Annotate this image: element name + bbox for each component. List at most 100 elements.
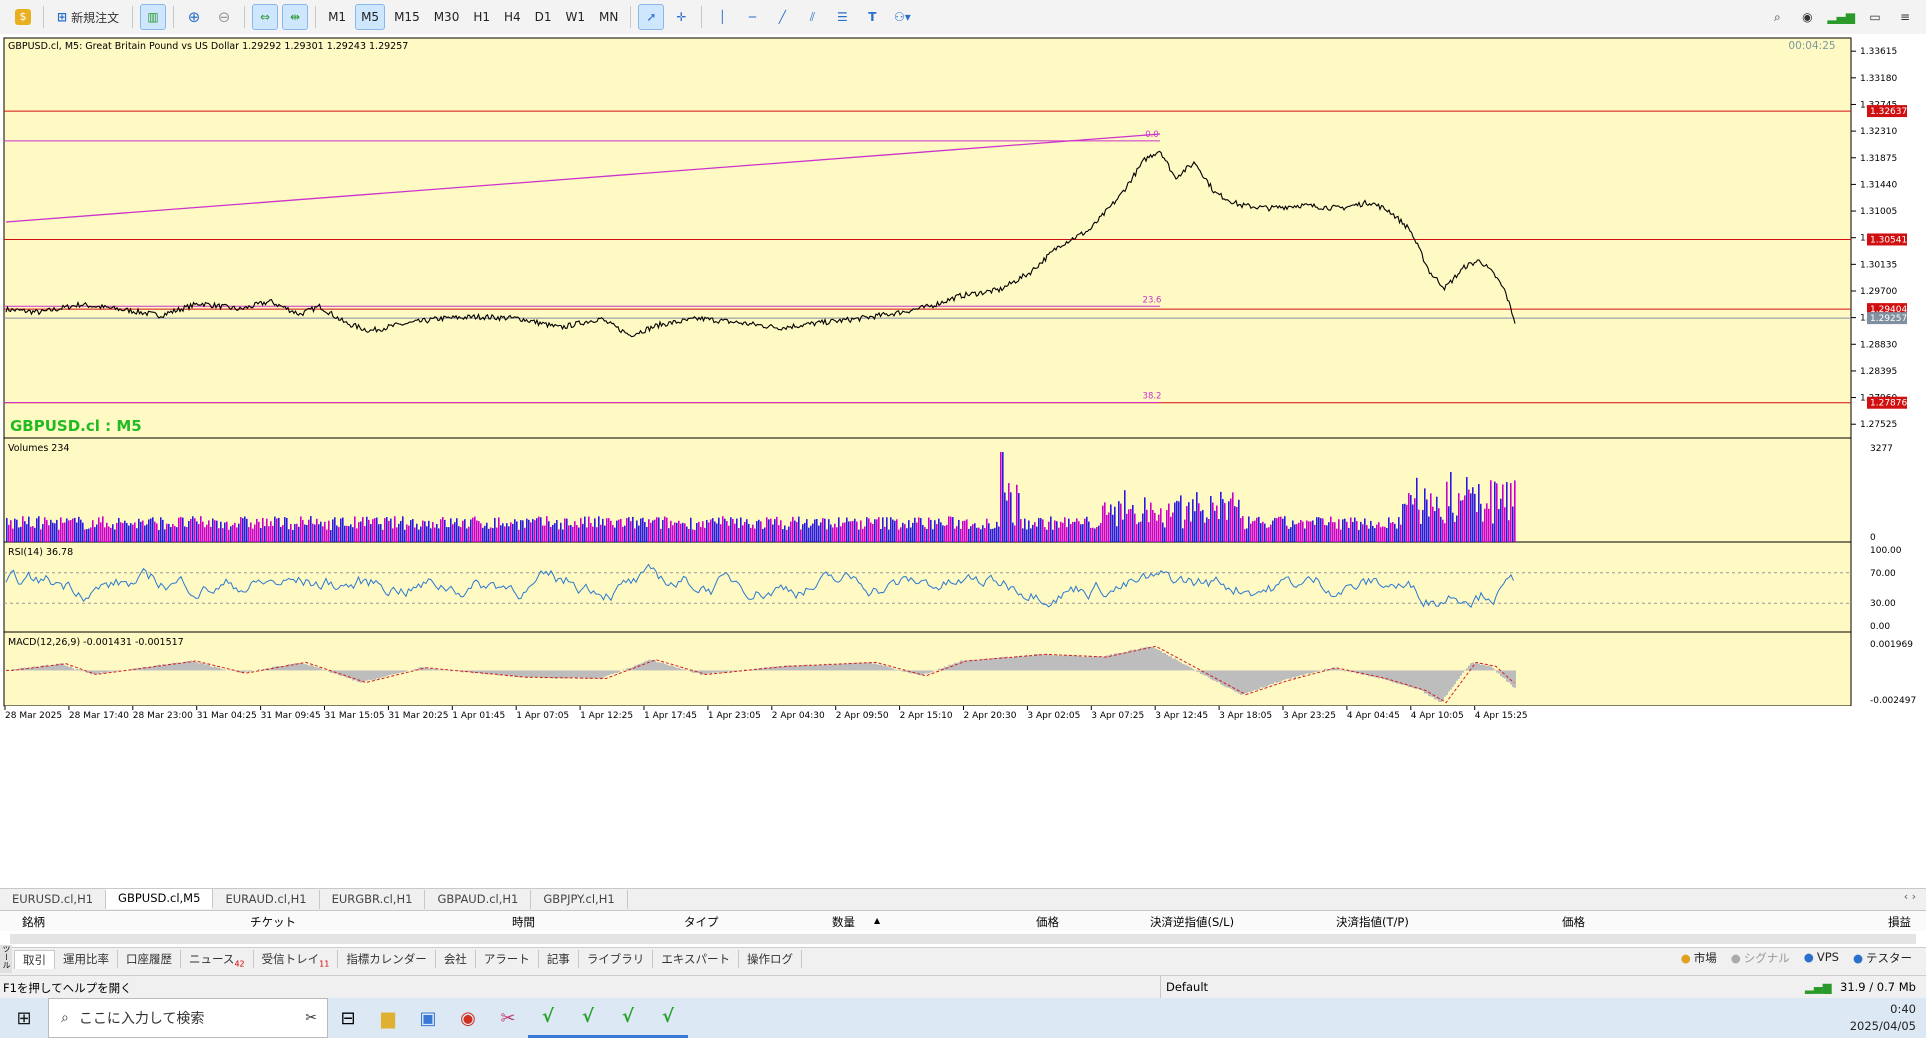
toolbox-tab[interactable]: アラート bbox=[476, 950, 539, 968]
terminal-column-header[interactable]: チケット bbox=[250, 914, 296, 930]
terminal-column-header[interactable]: 決済指値(T/P) bbox=[1336, 914, 1409, 930]
chart-tab[interactable]: GBPAUD.cl,H1 bbox=[425, 889, 532, 909]
toolbox-tab[interactable]: 運用比率 bbox=[55, 950, 118, 968]
timeframe-h4-button[interactable]: H4 bbox=[499, 4, 526, 30]
chart-shift-icon[interactable]: ⇹ bbox=[282, 4, 309, 30]
volume-bar bbox=[128, 525, 130, 542]
volume-bar bbox=[940, 522, 942, 542]
auto-scroll-icon[interactable]: ⇔ bbox=[252, 4, 279, 30]
mt5-app-icon[interactable]: √ bbox=[648, 998, 688, 1038]
volume-bar bbox=[880, 528, 882, 542]
toolbox-tab[interactable]: ライブラリ bbox=[579, 950, 654, 968]
macd-histogram-bar bbox=[894, 669, 896, 671]
terminal-column-header[interactable]: タイプ bbox=[684, 914, 719, 930]
volume-bar bbox=[992, 528, 994, 542]
mt5-app-icon[interactable]: √ bbox=[608, 998, 648, 1038]
candles-chart-icon[interactable]: ▥ bbox=[140, 4, 167, 30]
shapes-icon[interactable]: ⚇▾ bbox=[889, 4, 915, 30]
chart-tab[interactable]: EURGBR.cl,H1 bbox=[320, 889, 426, 909]
macd-histogram-bar bbox=[1060, 656, 1062, 671]
terminal-column-header[interactable]: 数量 bbox=[832, 914, 855, 930]
window-icon[interactable]: ▭ bbox=[1862, 4, 1888, 30]
volume-panel[interactable] bbox=[3, 437, 1852, 543]
tester-link[interactable]: ● テスター bbox=[1853, 950, 1912, 966]
timeframe-w1-button[interactable]: W1 bbox=[561, 4, 591, 30]
chart-tab[interactable]: GBPJPY.cl,H1 bbox=[531, 889, 628, 909]
toolbox-side-label[interactable]: ツールボックス bbox=[0, 945, 12, 973]
channel-icon[interactable]: ⫽ bbox=[799, 4, 825, 30]
toolbox-tab[interactable]: 受信トレイ11 bbox=[254, 950, 339, 968]
macd-histogram-bar bbox=[610, 670, 612, 675]
timeframe-m1-button[interactable]: M1 bbox=[323, 4, 351, 30]
account-icon[interactable]: ◉ bbox=[1794, 4, 1820, 30]
vertical-line-icon[interactable]: │ bbox=[709, 4, 735, 30]
terminal-column-header[interactable]: 時間 bbox=[512, 914, 535, 930]
market-link[interactable]: ● 市場 bbox=[1681, 950, 1717, 966]
chart-canvas[interactable]: 1.336151.331801.327451.323101.318751.314… bbox=[0, 34, 1926, 888]
terminal-column-header[interactable]: 損益 bbox=[1888, 914, 1911, 930]
snipping-tool-icon[interactable]: ✂ bbox=[488, 998, 528, 1038]
zoom-out-icon[interactable]: ⊖ bbox=[211, 4, 237, 30]
volume-bar bbox=[320, 521, 322, 542]
chart-tab[interactable]: EURAUD.cl,H1 bbox=[213, 889, 320, 909]
terminal-scrollbar[interactable] bbox=[10, 934, 1916, 944]
terminal-body[interactable] bbox=[0, 931, 1926, 947]
menu-icon[interactable]: ≡ bbox=[1892, 4, 1918, 30]
macd-histogram-bar bbox=[1122, 652, 1124, 671]
toolbox-tab[interactable]: 記事 bbox=[539, 950, 579, 968]
new-order-button[interactable]: ⊞ 新規注文 bbox=[51, 4, 125, 30]
main-price-panel[interactable] bbox=[3, 37, 1852, 439]
toolbox-tab[interactable]: エキスパート bbox=[653, 950, 739, 968]
fibonacci-icon[interactable]: ☰ bbox=[829, 4, 855, 30]
terminal-column-header[interactable]: 銘柄 bbox=[22, 914, 45, 930]
rsi-panel[interactable] bbox=[3, 541, 1852, 633]
toolbox-tab[interactable]: 口座履歴 bbox=[118, 950, 181, 968]
timeframe-h1-button[interactable]: H1 bbox=[468, 4, 495, 30]
vps-link[interactable]: ● VPS bbox=[1804, 950, 1839, 966]
toolbox-tab[interactable]: 指標カレンダー bbox=[338, 950, 436, 968]
file-explorer-icon[interactable]: ▆ bbox=[368, 998, 408, 1038]
windows-start-icon[interactable]: ⊞ bbox=[0, 998, 48, 1038]
chart-tab[interactable]: GBPUSD.cl,M5 bbox=[106, 889, 214, 909]
terminal-column-header[interactable]: 決済逆指値(S/L) bbox=[1150, 914, 1234, 930]
chart-tab[interactable]: EURUSD.cl,H1 bbox=[0, 889, 107, 909]
taskbar-clock[interactable]: 0:40 2025/04/05 bbox=[1850, 1001, 1916, 1035]
search-icon[interactable]: ⌕ bbox=[1764, 4, 1790, 30]
terminal-column-header[interactable]: 価格 bbox=[1036, 914, 1059, 930]
task-view-icon[interactable]: ⊟ bbox=[328, 998, 368, 1038]
toolbox-tab[interactable]: 操作ログ bbox=[739, 950, 802, 968]
mt5-app-icon[interactable]: √ bbox=[568, 998, 608, 1038]
horizontal-line-icon[interactable]: ─ bbox=[739, 4, 765, 30]
cursor-icon[interactable]: ➚ bbox=[638, 4, 665, 30]
volume-bar bbox=[888, 529, 890, 542]
macd-histogram-bar bbox=[216, 667, 218, 671]
signals-link[interactable]: ● シグナル bbox=[1731, 950, 1790, 966]
tab-scroll-arrows[interactable]: ‹ › bbox=[1904, 890, 1916, 903]
volume-bar bbox=[1220, 491, 1222, 542]
mt5-app-icon[interactable]: √ bbox=[528, 998, 568, 1038]
crosshair-icon[interactable]: ✛ bbox=[668, 4, 694, 30]
timeframe-d1-button[interactable]: D1 bbox=[530, 4, 557, 30]
signal-strength-icon[interactable]: ▂▄▆ bbox=[1824, 4, 1858, 30]
taskbar-search[interactable]: ⌕ ここに入力して検索 ✂ bbox=[48, 998, 328, 1038]
algo-trading-icon[interactable]: $ bbox=[10, 4, 36, 30]
timeframe-mn-button[interactable]: MN bbox=[594, 4, 623, 30]
chart-window[interactable]: 1.336151.331801.327451.323101.318751.314… bbox=[0, 34, 1926, 892]
timeframe-m15-button[interactable]: M15 bbox=[389, 4, 425, 30]
toolbox-tab[interactable]: 会社 bbox=[436, 950, 476, 968]
volume-bar bbox=[86, 529, 88, 542]
timeframe-m5-button[interactable]: M5 bbox=[355, 4, 386, 30]
macd-histogram-bar bbox=[652, 660, 654, 671]
volume-bar bbox=[1412, 504, 1414, 542]
toolbox-tab[interactable]: ニュース42 bbox=[181, 950, 254, 968]
control-panel-icon[interactable]: ▣ bbox=[408, 998, 448, 1038]
market-icon: ● bbox=[1680, 951, 1691, 965]
toolbox-tab[interactable]: 取引 bbox=[14, 949, 55, 969]
chrome-icon[interactable]: ◉ bbox=[448, 998, 488, 1038]
text-icon[interactable]: T bbox=[859, 4, 885, 30]
volume-bar bbox=[382, 529, 384, 542]
timeframe-m30-button[interactable]: M30 bbox=[429, 4, 465, 30]
zoom-in-icon[interactable]: ⊕ bbox=[181, 4, 207, 30]
trendline-icon[interactable]: ╱ bbox=[769, 4, 795, 30]
terminal-column-header[interactable]: 価格 bbox=[1562, 914, 1585, 930]
